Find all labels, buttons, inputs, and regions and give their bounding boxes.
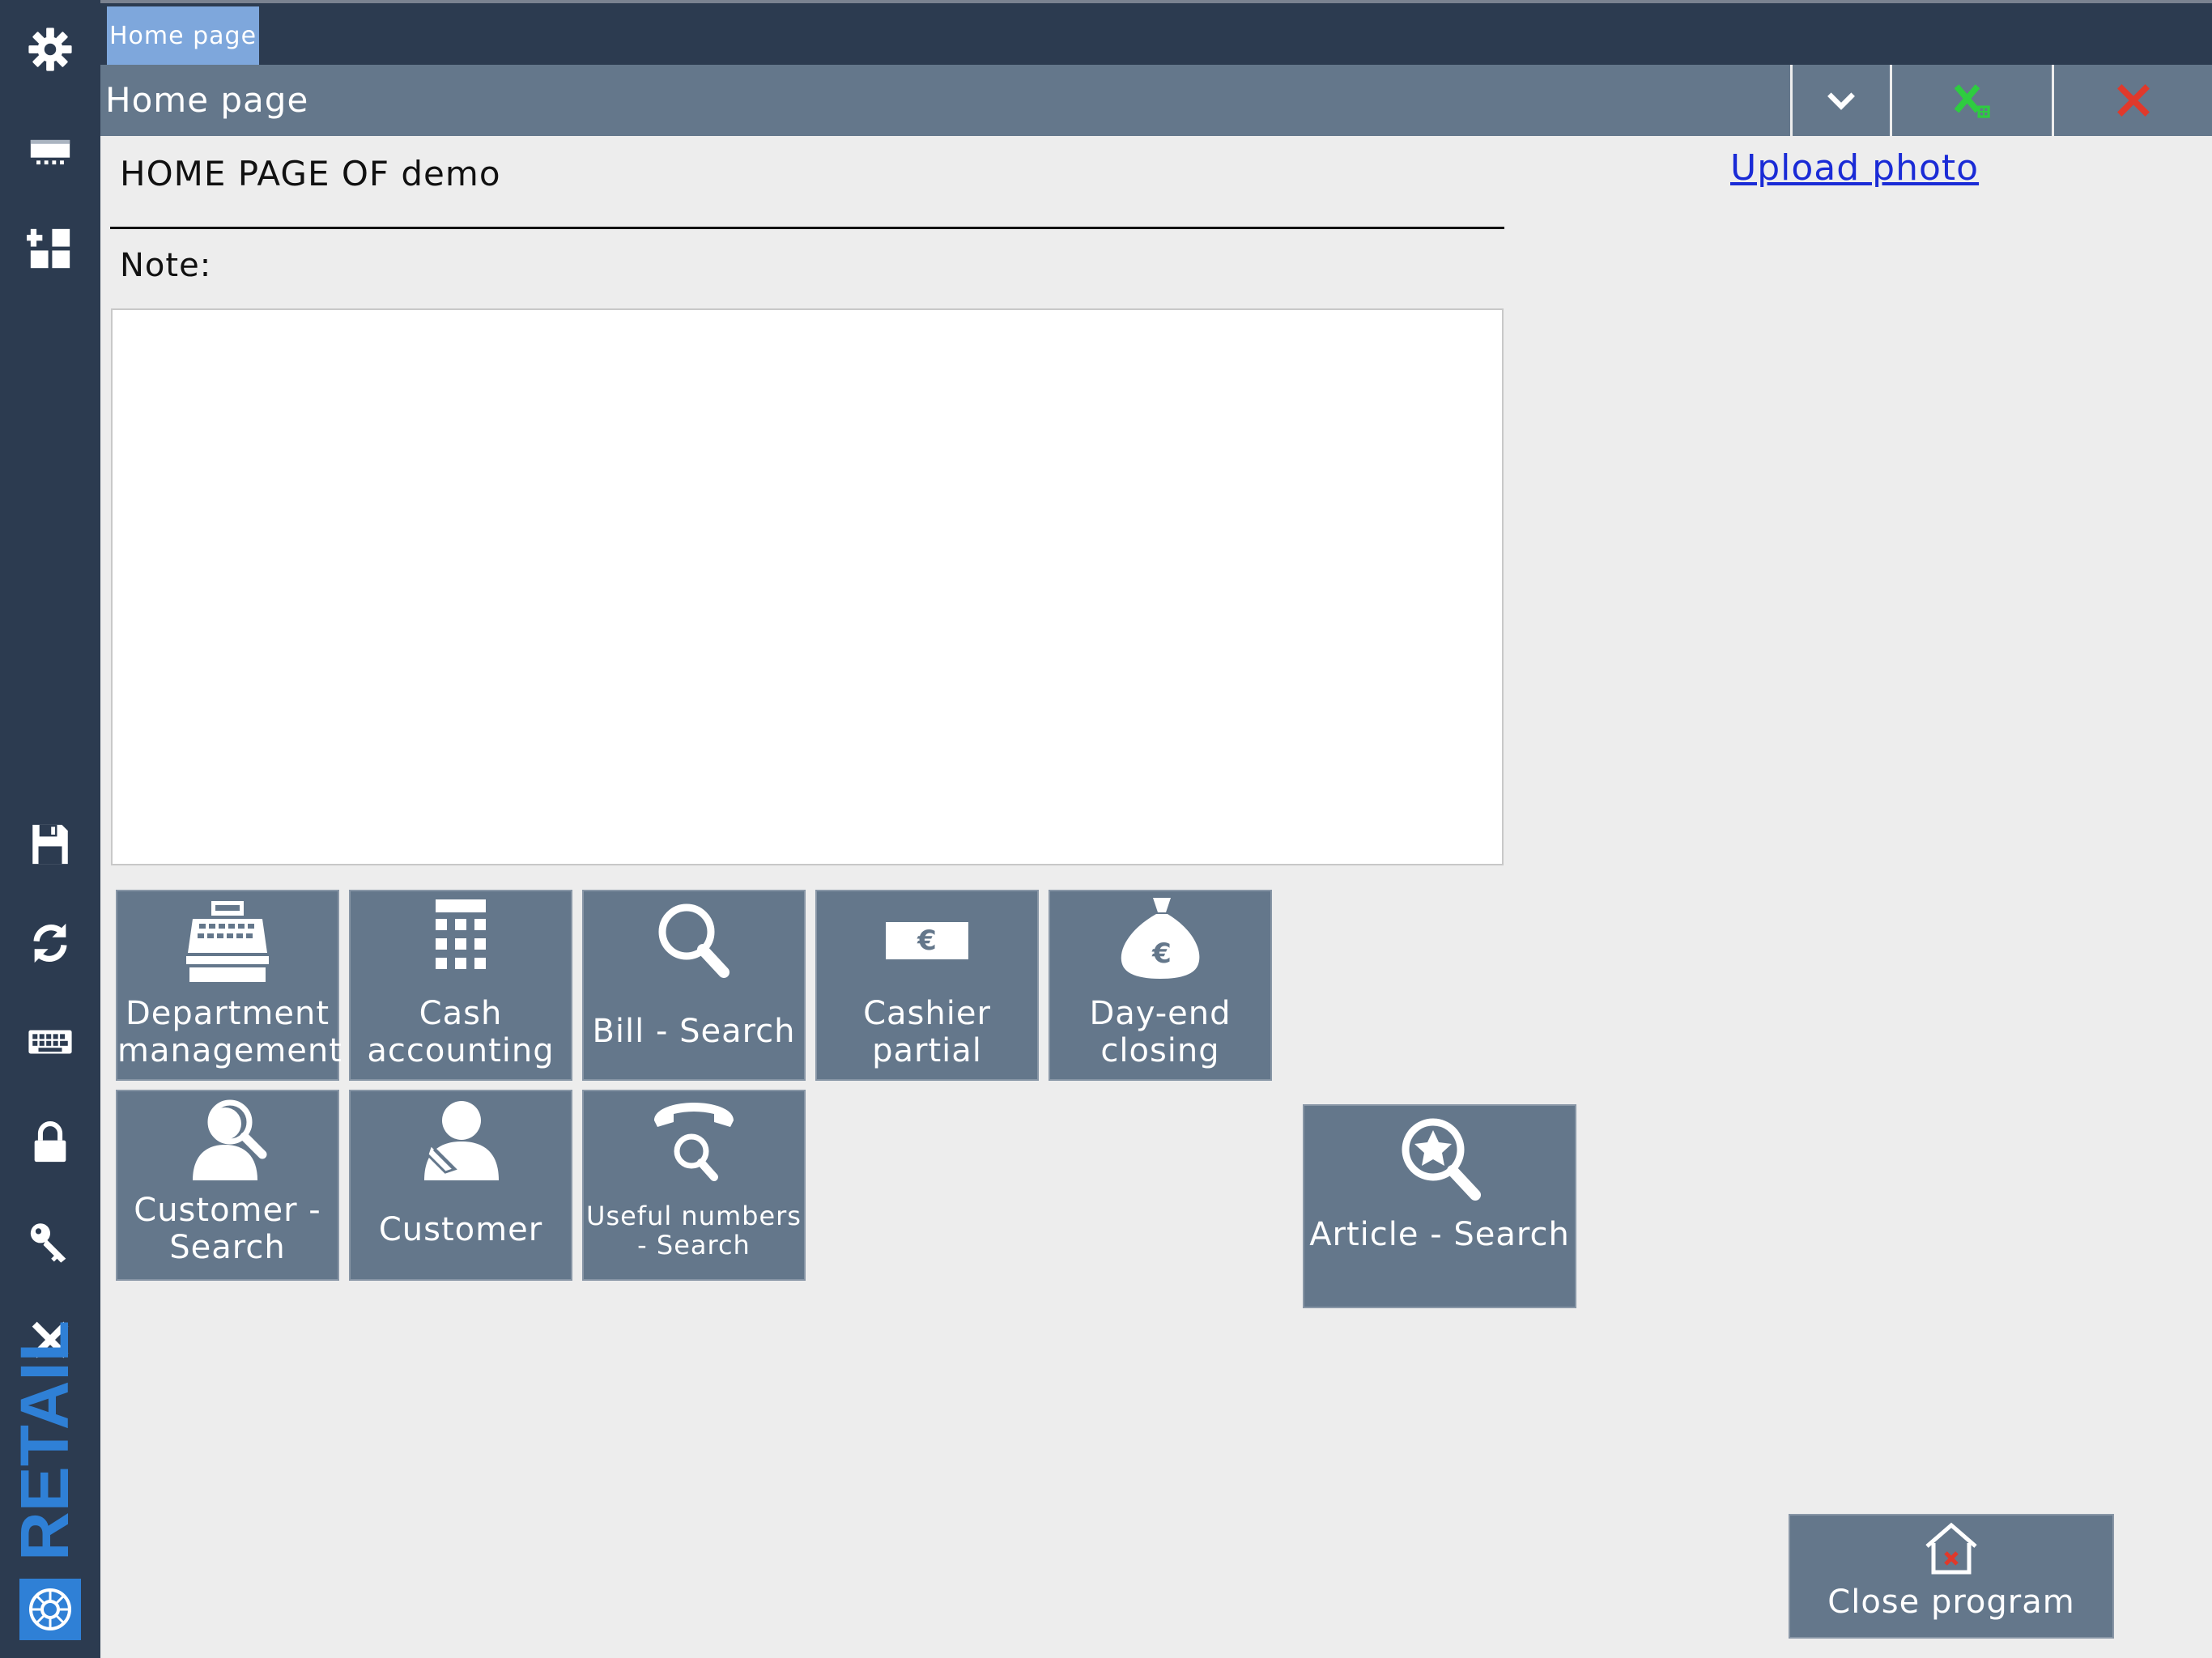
tab-bar: Home page — [100, 0, 2212, 65]
tab-home-page[interactable]: Home page — [107, 6, 259, 65]
magnifier-icon — [658, 903, 730, 978]
customer-button[interactable]: Customer — [349, 1090, 572, 1281]
article-search-button[interactable]: Article - Search — [1303, 1104, 1576, 1308]
cash-register-icon — [186, 901, 269, 982]
house-close-icon — [1925, 1522, 1977, 1575]
euro-banknote-icon: € — [886, 922, 968, 959]
calculator-icon — [436, 899, 486, 969]
customer-search-button[interactable]: Customer - Search — [116, 1090, 339, 1281]
heading-divider — [110, 227, 1504, 229]
star-search-icon — [1402, 1118, 1481, 1201]
left-sidebar: RETAIL — [0, 0, 100, 1658]
keyboard-icon[interactable] — [22, 1014, 79, 1070]
tile-label: Customer - Search — [134, 1192, 321, 1266]
tile-label: Useful numbers - Search — [586, 1201, 802, 1261]
person-edit-icon — [424, 1101, 499, 1180]
dropdown-button[interactable] — [1790, 65, 1890, 136]
page-heading: HOME PAGE OF demo — [120, 154, 501, 193]
tile-label: Article - Search — [1309, 1216, 1570, 1253]
phone-search-icon — [654, 1103, 734, 1181]
monitor-icon[interactable] — [22, 121, 79, 178]
brand-text: RETAIL — [18, 1320, 83, 1561]
tile-label: Day-end closing — [1089, 995, 1231, 1069]
day-end-closing-button[interactable]: € Day-end closing — [1049, 890, 1272, 1081]
gear-icon[interactable] — [22, 21, 79, 78]
note-label: Note: — [120, 247, 212, 284]
person-search-icon — [193, 1099, 267, 1180]
refresh-icon[interactable] — [22, 915, 79, 971]
chevron-down-icon — [1827, 92, 1855, 110]
tile-label: Customer — [378, 1211, 543, 1248]
retail-logo: RETAIL — [6, 1305, 83, 1645]
upload-photo-link[interactable]: Upload photo — [1730, 147, 1979, 189]
tab-label: Home page — [108, 21, 257, 50]
tile-label: Cashier partial — [863, 995, 991, 1069]
close-program-button[interactable]: Close program — [1789, 1514, 2114, 1639]
cashier-partial-button[interactable]: € Cashier partial — [815, 890, 1039, 1081]
save-icon[interactable] — [22, 816, 79, 873]
svg-text:€: € — [917, 925, 937, 957]
key-icon[interactable] — [22, 1213, 79, 1269]
close-window-button[interactable] — [2052, 65, 2212, 136]
tile-label: Cash accounting — [367, 995, 555, 1069]
tile-label: Close program — [1827, 1584, 2075, 1621]
cash-accounting-button[interactable]: Cash accounting — [349, 890, 572, 1081]
tile-label: Bill - Search — [592, 1013, 796, 1050]
note-textarea[interactable] — [111, 308, 1504, 865]
tile-label: Department management — [117, 995, 342, 1069]
close-red-icon — [2116, 84, 2150, 117]
bill-search-button[interactable]: Bill - Search — [582, 890, 806, 1081]
svg-text:€: € — [1151, 937, 1172, 970]
department-management-button[interactable]: Department management — [116, 890, 342, 1081]
excel-export-button[interactable] — [1890, 65, 2052, 136]
window-titlebar: Home page — [100, 65, 2212, 136]
money-bag-icon: € — [1121, 898, 1200, 979]
dashboard-icon[interactable] — [22, 220, 79, 277]
excel-icon — [1954, 84, 1990, 118]
window-title: Home page — [105, 80, 309, 120]
useful-numbers-search-button[interactable]: Useful numbers - Search — [582, 1090, 806, 1281]
lock-icon[interactable] — [22, 1114, 79, 1171]
